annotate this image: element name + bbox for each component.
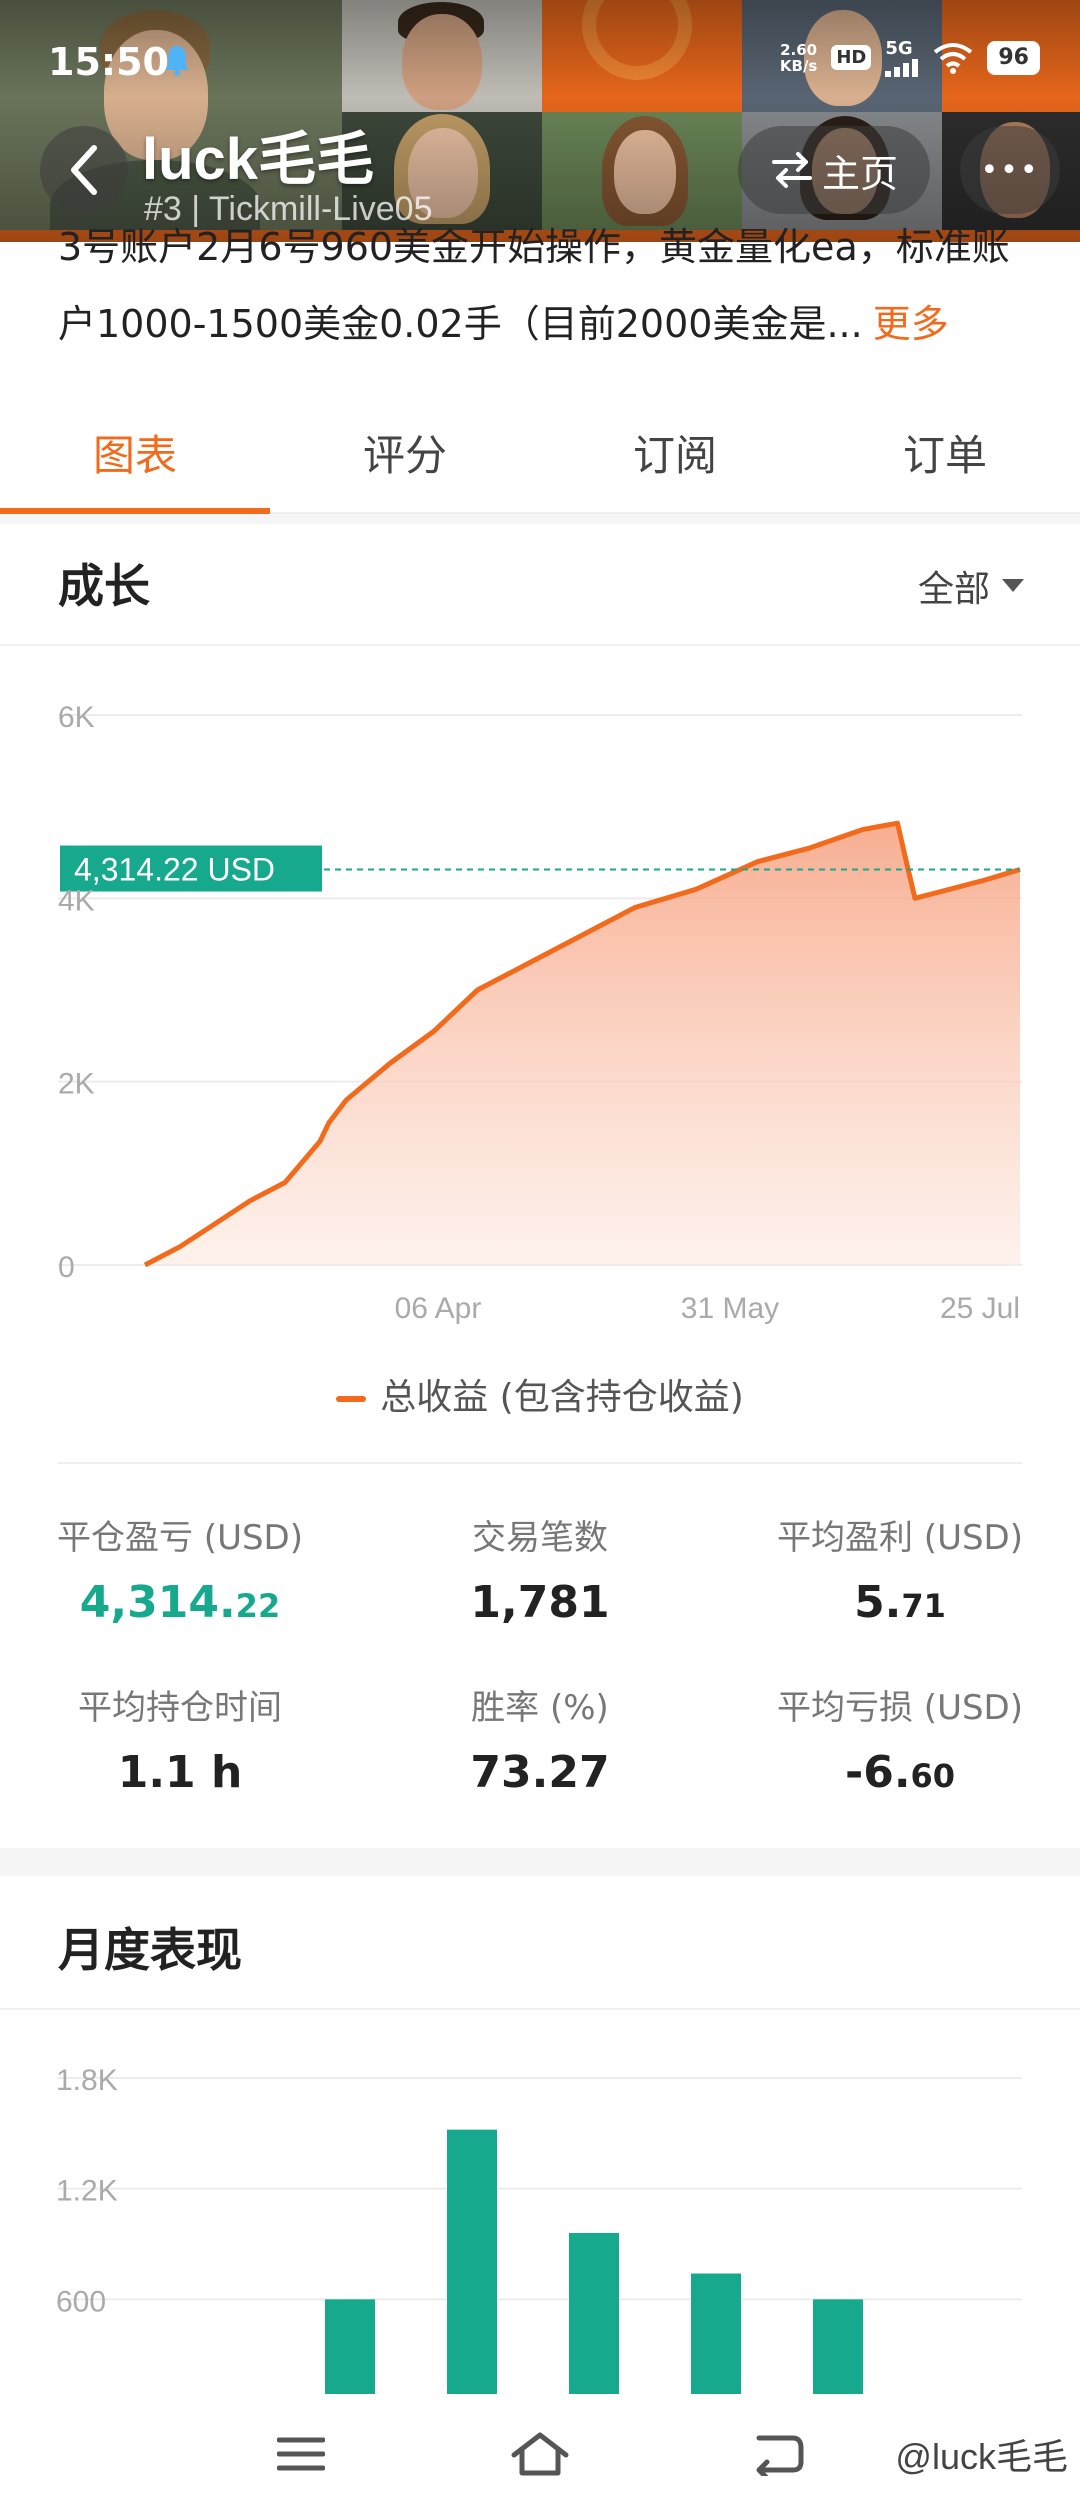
stat-value-main: 5. [854,1577,902,1628]
back-nav-button[interactable] [744,2424,814,2484]
y-tick-label: 600 [56,2285,106,2318]
stat-label: 平均持仓时间 [78,1688,282,1728]
legend-label: 总收益 (包含持仓收益) [380,1377,744,1418]
y-tick-label: 0 [58,1251,75,1284]
monthly-bar [325,2299,375,2394]
watermark: @luck毛毛 [895,2436,1068,2477]
x-tick-label: 06 Apr [395,1292,482,1325]
section-gap [0,1848,1080,1876]
range-dropdown[interactable]: 全部 [918,560,1024,612]
swap-arrows-icon [771,152,812,188]
range-dropdown-value: 全部 [917,569,990,610]
divider [0,2008,1080,2010]
stat-value-main: 4,314. [79,1577,236,1628]
stat-value-main: 1,781 [470,1577,610,1628]
system-nav-bar: @luck毛毛 [0,2394,1080,2520]
x-tick-label: 31 May [681,1292,779,1325]
stat-label: 胜率 (%) [471,1688,609,1728]
caret-down-icon [1002,579,1024,592]
status-indicators: 2.60 KB/s HD 5G 96 [780,38,1040,77]
stat-value-main: 73.27 [470,1747,610,1798]
description-more-link[interactable]: 更多 [873,302,949,346]
home-button[interactable]: 主页 [738,126,930,214]
monthly-bar [447,2129,497,2394]
strategy-description: 3号账户2月6号960美金开始操作，黄金量化ea，标准账 户1000-1500美… [58,222,1048,366]
net-speed-value: 2.60 [780,40,818,59]
stat-closed-pnl: 平仓盈亏 (USD) 4,314.22 [0,1510,360,1628]
back-button[interactable] [40,126,128,214]
stat-value: 1.1 h [0,1747,360,1798]
stat-value: 5.71 [720,1577,1080,1628]
x-tick-label: 25 Jul [940,1292,1020,1325]
stat-label: 平仓盈亏 (USD) [57,1518,303,1558]
profile-name: luck毛毛 [142,127,375,192]
monthly-chart[interactable]: 600 1.2K 1.8K [0,2020,1080,2394]
menu-button[interactable] [266,2424,336,2484]
menu-icon [277,2437,325,2471]
stat-trade-count: 交易笔数 1,781 [360,1510,720,1628]
stat-value-decimals: 22 [235,1587,281,1625]
signal-5g-label: 5G [885,38,913,59]
stat-value-decimals: 60 [910,1757,956,1795]
chevron-left-icon [71,145,97,195]
y-tick-label: 4K [58,884,95,917]
home-button-label: 主页 [821,151,898,196]
divider [58,1462,1022,1464]
stat-value-decimals: 71 [901,1587,946,1625]
network-speed: 2.60 KB/s [780,42,817,74]
stat-value: -6.60 [720,1747,1080,1798]
tab-orders[interactable]: 订单 [810,400,1080,512]
y-tick-label: 6K [58,701,95,734]
section-gap [0,514,1080,524]
monthly-grid: 600 1.2K 1.8K [56,2064,1022,2318]
tab-bar: 图表 评分 订阅 订单 [0,400,1080,514]
tab-subscribe[interactable]: 订阅 [540,400,810,512]
y-tick-label: 1.8K [56,2064,118,2097]
stat-avg-hold-time: 平均持仓时间 1.1 h [0,1680,360,1798]
more-dots-icon: ••• [980,152,1040,188]
tab-chart[interactable]: 图表 [0,400,270,514]
signal-bars-icon [885,59,919,77]
description-line-1: 3号账户2月6号960美金开始操作，黄金量化ea，标准账 [58,225,1010,269]
tab-rating[interactable]: 评分 [270,400,540,512]
monthly-bar [691,2273,741,2394]
monthly-bars [325,2129,863,2394]
stat-value: 1,781 [360,1577,720,1628]
stat-label: 交易笔数 [472,1518,608,1558]
net-speed-unit: KB/s [779,56,818,75]
back-arrow-icon [756,2435,804,2476]
cell-signal-icon: 5G [885,38,919,77]
y-tick-label: 1.2K [56,2175,118,2208]
home-nav-button[interactable] [505,2424,575,2484]
wifi-icon [934,42,973,74]
more-options-button[interactable]: ••• [960,126,1060,214]
battery-indicator: 96 [987,40,1040,75]
stat-avg-loss: 平均亏损 (USD) -6.60 [720,1680,1080,1798]
current-value-label: 4,314.22 USD [74,852,275,888]
stat-value-main: -6. [844,1747,911,1798]
stat-avg-profit: 平均盈利 (USD) 5.71 [720,1510,1080,1628]
stat-value-main: 1.1 h [117,1747,243,1798]
y-tick-label: 2K [58,1068,95,1101]
status-time: 15:50 [48,40,169,84]
growth-title: 成长 [58,559,150,613]
legend-swatch [336,1396,367,1402]
stat-value: 73.27 [360,1747,720,1798]
monthly-title: 月度表现 [58,1923,242,1977]
stat-win-rate: 胜率 (%) 73.27 [360,1680,720,1798]
hd-badge: HD [831,45,872,70]
growth-chart[interactable]: 4,314.22 USD 0 2K 4K 6K 06 Apr 31 May 25 Jul [0,660,1080,1340]
monthly-bar [569,2232,619,2394]
stat-value: 4,314.22 [0,1577,360,1628]
description-line-2: 户1000-1500美金0.02手（目前2000美金是... 更多 [58,282,1048,366]
stat-label: 平均亏损 (USD) [777,1688,1023,1728]
divider [0,644,1080,646]
notification-bell-icon [165,46,189,76]
growth-legend: 总收益 (包含持仓收益) [0,1368,1080,1420]
stat-label: 平均盈利 (USD) [777,1518,1023,1558]
description-line-2-text: 户1000-1500美金0.02手（目前2000美金是... [58,302,863,346]
monthly-bar [813,2299,863,2394]
home-icon [511,2432,569,2476]
